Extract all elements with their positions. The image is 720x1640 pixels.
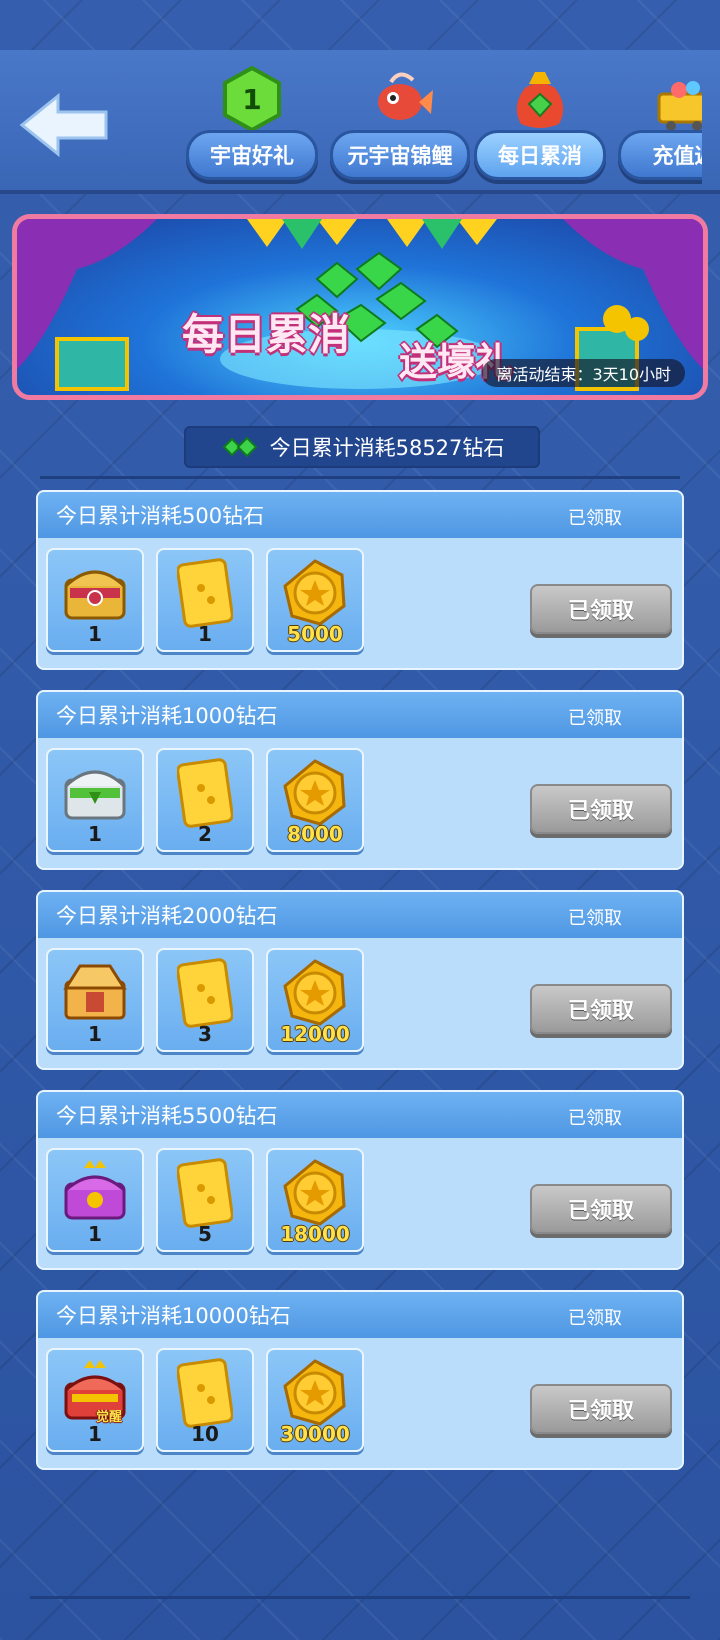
tier-header: 今日累计消耗10000钻石 已领取 (38, 1292, 682, 1338)
tier-header: 今日累计消耗500钻石 已领取 (38, 492, 682, 538)
shopping-cart-icon (657, 81, 702, 131)
reward-item[interactable]: 30000 (266, 1348, 364, 1452)
claimed-button[interactable]: 已领取 (530, 1384, 672, 1434)
reward-quantity: 5000 (287, 622, 343, 646)
reward-quantity: 12000 (280, 1022, 350, 1046)
reward-quantity: 1 (88, 822, 102, 846)
green-hexagon-badge-icon: 1 (223, 65, 281, 133)
tier-title: 今日累计消耗1000钻石 (56, 704, 278, 728)
reward-tier-card: 今日累计消耗2000钻石 已领取 1 3 12000 已领取 (36, 890, 684, 1070)
reward-tier-card: 今日累计消耗1000钻石 已领取 1 2 8000 已领取 (36, 690, 684, 870)
tier-title: 今日累计消耗500钻石 (56, 504, 265, 528)
tab-koi[interactable]: 元宇宙锦鲤 (330, 50, 470, 190)
reward-item[interactable]: 1 (46, 548, 144, 652)
tier-header: 今日累计消耗2000钻石 已领取 (38, 892, 682, 938)
reward-quantity: 3 (198, 1022, 212, 1046)
claimed-button[interactable]: 已领取 (530, 1184, 672, 1234)
tier-title: 今日累计消耗10000钻石 (56, 1304, 291, 1328)
reward-item[interactable]: 3 (156, 948, 254, 1052)
tab-cosmic-gift[interactable]: 1 宇宙好礼 (186, 50, 318, 190)
reward-item[interactable]: 觉醒 1 (46, 1348, 144, 1452)
claimed-button[interactable]: 已领取 (530, 784, 672, 834)
reward-quantity: 1 (198, 622, 212, 646)
reward-item[interactable]: 1 (46, 1148, 144, 1252)
reward-quantity: 5 (198, 1222, 212, 1246)
activity-tabs: 1 宇宙好礼 元宇宙锦鲤 每日累消 充值 (150, 50, 702, 190)
daily-spend-summary: 今日累计消耗58527钻石 (184, 426, 540, 468)
reward-item[interactable]: 1 (46, 948, 144, 1052)
tier-title: 今日累计消耗5500钻石 (56, 1104, 278, 1128)
tab-daily-spend[interactable]: 每日累消 (474, 50, 606, 190)
reward-item[interactable]: 5 (156, 1148, 254, 1252)
reward-quantity: 30000 (280, 1422, 350, 1446)
reward-item[interactable]: 1 (156, 548, 254, 652)
event-banner: 每日累消 送壕礼 离活动结束：3天10小时 (12, 214, 708, 400)
reward-item[interactable]: 10 (156, 1348, 254, 1452)
back-arrow-icon[interactable] (18, 90, 110, 160)
green-gem-icon (222, 436, 258, 458)
banner-title: 每日累消 (182, 310, 351, 359)
reward-quantity: 2 (198, 822, 212, 846)
summary-text: 今日累计消耗58527钻石 (269, 436, 505, 460)
reward-quantity: 8000 (287, 822, 343, 846)
top-nav-bar: 1 宇宙好礼 元宇宙锦鲤 每日累消 充值 (0, 50, 720, 194)
reward-quantity: 1 (88, 1422, 102, 1446)
tab-label: 充值返 (618, 130, 702, 180)
tier-header: 今日累计消耗5500钻石 已领取 (38, 1092, 682, 1138)
reward-quantity: 1 (88, 1222, 102, 1246)
reward-tier-card: 今日累计消耗500钻石 已领取 1 1 5000 已领取 (36, 490, 684, 670)
divider (30, 1596, 690, 1599)
tab-label: 宇宙好礼 (186, 130, 318, 180)
divider (40, 476, 680, 479)
reward-item[interactable]: 18000 (266, 1148, 364, 1252)
tab-label: 元宇宙锦鲤 (330, 130, 470, 180)
reward-quantity: 10 (191, 1422, 219, 1446)
claimed-button[interactable]: 已领取 (530, 584, 672, 634)
tab-label: 每日累消 (474, 130, 606, 180)
tier-status: 已领取 (568, 1308, 622, 1329)
tier-status: 已领取 (568, 908, 622, 929)
reward-item[interactable]: 2 (156, 748, 254, 852)
reward-quantity: 18000 (280, 1222, 350, 1246)
tier-status: 已领取 (568, 508, 622, 529)
event-countdown: 离活动结束：3天10小时 (482, 359, 685, 387)
reward-quantity: 1 (88, 622, 102, 646)
svg-text:1: 1 (242, 83, 261, 116)
tier-status: 已领取 (568, 708, 622, 729)
reward-tier-card: 今日累计消耗5500钻石 已领取 1 5 18000 已领取 (36, 1090, 684, 1270)
reward-item[interactable]: 8000 (266, 748, 364, 852)
claimed-button[interactable]: 已领取 (530, 984, 672, 1034)
tier-header: 今日累计消耗1000钻石 已领取 (38, 692, 682, 738)
reward-item[interactable]: 5000 (266, 548, 364, 652)
tab-recharge[interactable]: 充值返 (618, 50, 702, 190)
reward-item[interactable]: 1 (46, 748, 144, 852)
reward-item[interactable]: 12000 (266, 948, 364, 1052)
tier-title: 今日累计消耗2000钻石 (56, 904, 278, 928)
koi-fish-icon (378, 72, 433, 120)
tier-status: 已领取 (568, 1108, 622, 1129)
reward-tier-card: 今日累计消耗10000钻石 已领取 觉醒 1 10 30000 已领取 (36, 1290, 684, 1470)
reward-quantity: 1 (88, 1022, 102, 1046)
money-bag-gem-icon (516, 72, 564, 128)
